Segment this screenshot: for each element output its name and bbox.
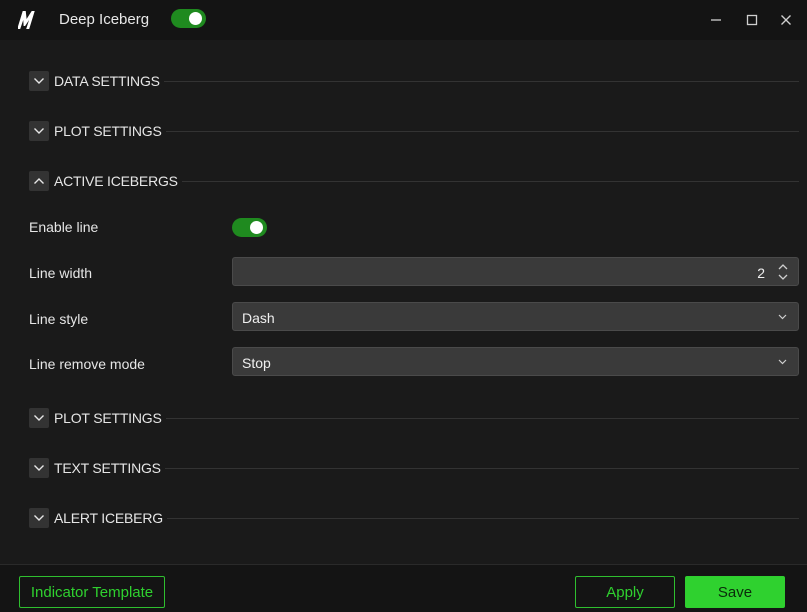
apply-button[interactable]: Apply (575, 576, 675, 608)
section-label: ACTIVE ICEBERGS (54, 173, 178, 189)
section-divider (165, 417, 799, 419)
section-toggle[interactable] (29, 408, 49, 428)
section-divider (164, 467, 799, 469)
section-toggle[interactable] (29, 171, 49, 191)
line-width-stepper[interactable]: 2 (232, 257, 799, 286)
section-toggle[interactable] (29, 458, 49, 478)
line-remove-mode-value: Stop (242, 355, 271, 371)
enable-line-label: Enable line (29, 219, 99, 235)
indicator-settings-window: Deep Iceberg DATA SETTINGS PLOT SETTINGS… (0, 0, 807, 612)
toggle-knob (189, 12, 202, 25)
enable-line-toggle[interactable] (232, 218, 267, 237)
maximize-icon (746, 14, 758, 26)
section-label: PLOT SETTINGS (54, 123, 162, 139)
footer-bar: Indicator Template Apply Save (0, 564, 807, 612)
section-label: PLOT SETTINGS (54, 410, 162, 426)
section-active-icebergs[interactable]: ACTIVE ICEBERGS (29, 170, 799, 192)
section-text-settings[interactable]: TEXT SETTINGS (29, 457, 799, 479)
toggle-knob (250, 221, 263, 234)
chevron-down-icon (778, 359, 787, 365)
chevron-down-icon (34, 128, 44, 134)
title-bar: Deep Iceberg (0, 0, 807, 40)
section-plot-settings-2[interactable]: PLOT SETTINGS (29, 407, 799, 429)
section-divider (181, 180, 799, 182)
close-icon (781, 15, 791, 25)
line-style-value: Dash (242, 310, 275, 326)
line-style-select[interactable]: Dash (232, 302, 799, 331)
section-divider (166, 517, 799, 519)
spinner-arrows-icon[interactable] (777, 262, 789, 282)
line-width-value: 2 (757, 265, 765, 281)
m-logo-icon (18, 11, 35, 29)
chevron-down-icon (34, 465, 44, 471)
line-remove-mode-select[interactable]: Stop (232, 347, 799, 376)
indicator-template-button[interactable]: Indicator Template (19, 576, 165, 608)
line-width-label: Line width (29, 265, 93, 281)
window-title: Deep Iceberg (59, 11, 150, 28)
section-toggle[interactable] (29, 71, 49, 91)
section-alert-iceberg[interactable]: ALERT ICEBERG (29, 507, 799, 529)
close-button[interactable] (776, 10, 796, 30)
chevron-down-icon (34, 78, 44, 84)
chevron-down-icon (34, 515, 44, 521)
save-button[interactable]: Save (685, 576, 785, 608)
line-style-label: Line style (29, 311, 89, 327)
minimize-button[interactable] (706, 10, 726, 30)
chevron-down-icon (34, 415, 44, 421)
chevron-down-icon (778, 314, 787, 320)
line-remove-mode-label: Line remove mode (29, 356, 145, 372)
section-divider (165, 130, 799, 132)
section-divider (163, 80, 799, 82)
section-label: DATA SETTINGS (54, 73, 160, 89)
minimize-icon (711, 19, 721, 21)
chevron-up-icon (34, 178, 44, 184)
maximize-button[interactable] (742, 10, 762, 30)
section-plot-settings[interactable]: PLOT SETTINGS (29, 120, 799, 142)
section-toggle[interactable] (29, 508, 49, 528)
section-label: ALERT ICEBERG (54, 510, 163, 526)
section-toggle[interactable] (29, 121, 49, 141)
section-data-settings[interactable]: DATA SETTINGS (29, 70, 799, 92)
section-label: TEXT SETTINGS (54, 460, 161, 476)
indicator-enable-toggle[interactable] (171, 9, 206, 28)
